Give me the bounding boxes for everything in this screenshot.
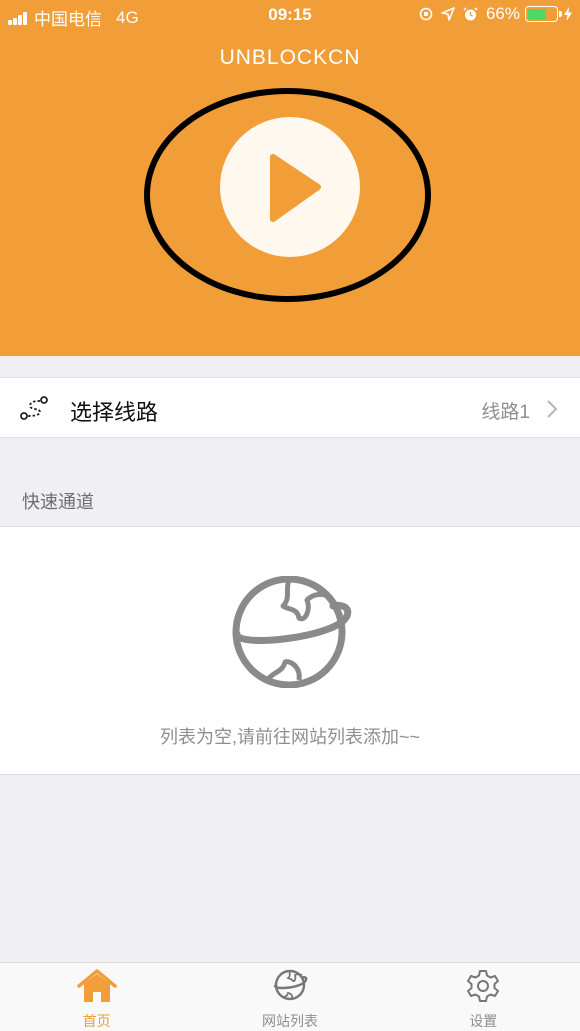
- status-bar: 中国电信 4G 09:15 66%: [0, 0, 580, 30]
- location-icon: [441, 7, 455, 21]
- globe-icon: [227, 575, 353, 693]
- status-bar-right: 66%: [419, 4, 572, 24]
- play-icon: [270, 154, 321, 222]
- tab-settings[interactable]: 设置: [387, 963, 580, 1031]
- battery-percent: 66%: [485, 4, 520, 23]
- quick-channel-title: 快速通道: [22, 492, 94, 512]
- route-icon: [20, 395, 50, 426]
- header: 中国电信 4G 09:15 66% UNBLOCKCN: [0, 0, 580, 356]
- charging-icon: [564, 7, 572, 21]
- orientation-lock-icon: [419, 7, 433, 21]
- chevron-right-icon: [546, 399, 558, 424]
- tab-home-label: 首页: [82, 1013, 111, 1029]
- tab-settings-label: 设置: [469, 1013, 498, 1029]
- app-title: UNBLOCKCN: [219, 46, 361, 69]
- battery-fill: [527, 8, 546, 20]
- tab-home[interactable]: 首页: [0, 963, 193, 1031]
- empty-list-message: 列表为空,请前往网站列表添加~~: [159, 727, 421, 747]
- home-icon: [76, 968, 117, 1009]
- battery-icon: [525, 6, 562, 22]
- tab-bar: 首页 网站列表 设置: [0, 962, 580, 1031]
- connect-play-button[interactable]: [220, 117, 360, 257]
- gear-icon: [465, 968, 501, 1009]
- alarm-icon: [463, 6, 478, 22]
- tab-website-list-label: 网站列表: [261, 1013, 318, 1029]
- route-label: 选择线路: [70, 400, 159, 425]
- quick-channel-list: 列表为空,请前往网站列表添加~~: [0, 526, 580, 775]
- route-value: 线路1: [481, 402, 530, 423]
- tab-website-list[interactable]: 网站列表: [193, 963, 386, 1031]
- globe-icon: [271, 968, 309, 1007]
- select-route-row[interactable]: 选择线路 线路1: [0, 377, 580, 438]
